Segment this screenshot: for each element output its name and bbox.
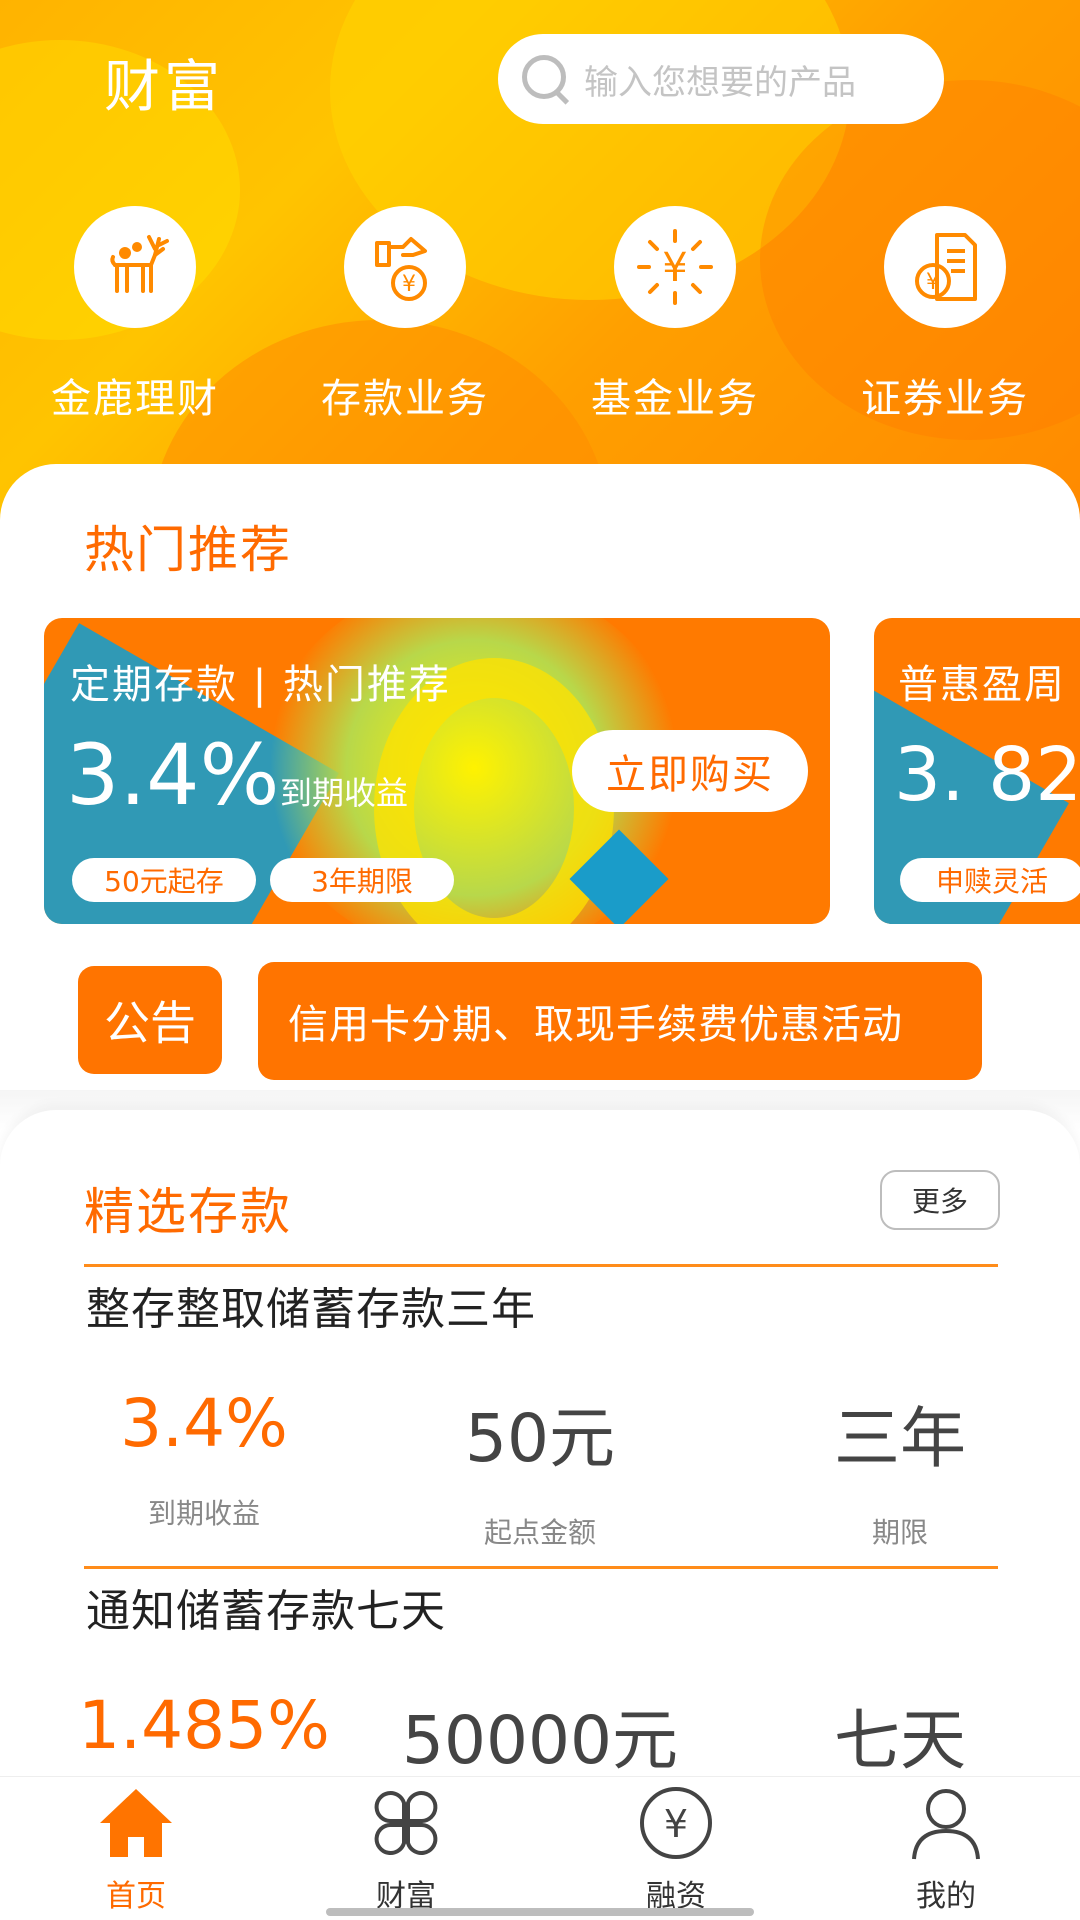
product-stat-rate: 1.485% bbox=[54, 1687, 354, 1764]
securities-document-icon: ¥ bbox=[884, 206, 1006, 328]
quick-action-golden-deer[interactable]: 金鹿理财 bbox=[20, 206, 250, 424]
product-stat-min-amount: 50000元 bbox=[390, 1687, 690, 1783]
stat-value: 50元 bbox=[465, 1400, 615, 1477]
tab-wealth[interactable]: 财富 bbox=[316, 1783, 496, 1915]
banner-rate: 3.4% bbox=[66, 726, 280, 824]
hot-recommend-title: 热门推荐 bbox=[84, 521, 292, 579]
yuan-sun-icon: ¥ bbox=[614, 206, 736, 328]
quick-actions: 金鹿理财 ¥ 存款业务 ¥ 基金业务 ¥ 证券业务 bbox=[0, 206, 1080, 426]
svg-text:¥: ¥ bbox=[664, 1802, 688, 1846]
notice-badge: 公告 bbox=[78, 966, 222, 1074]
quick-action-label: 证券业务 bbox=[861, 376, 1029, 422]
piggy-bank-icon: ¥ bbox=[344, 206, 466, 328]
deposit-product-card[interactable]: 整存整取储蓄存款三年 3.4% 到期收益 50元 起点金额 三年 期限 bbox=[84, 1264, 998, 1564]
banner-rate-label: 到期收益 bbox=[280, 774, 409, 812]
search-icon bbox=[518, 51, 574, 107]
tab-label: 首页 bbox=[106, 1879, 166, 1914]
promo-banner-fixed-deposit[interactable]: 定期存款 | 热门推荐 3.4% 到期收益 50元起存 3年期限 立即购买 bbox=[44, 618, 830, 924]
more-button[interactable]: 更多 bbox=[880, 1170, 1000, 1230]
product-stat-term: 七天 bbox=[750, 1687, 1050, 1783]
home-icon bbox=[100, 1789, 172, 1857]
banner-tag: 3年期限 bbox=[270, 858, 454, 902]
banner-heading: 定期存款 | 热门推荐 bbox=[70, 662, 451, 708]
quick-action-label: 存款业务 bbox=[321, 376, 489, 422]
selected-deposits-title: 精选存款 bbox=[84, 1183, 292, 1241]
stat-value: 三年 bbox=[834, 1400, 966, 1477]
page-title: 财富 bbox=[104, 55, 224, 120]
quick-action-securities[interactable]: ¥ 证券业务 bbox=[830, 206, 1060, 424]
golden-deer-icon bbox=[74, 206, 196, 328]
quick-action-label: 金鹿理财 bbox=[51, 376, 219, 422]
main-card: 热门推荐 定期存款 | 热门推荐 3.4% 到期收益 50元起存 3年期限 立即… bbox=[0, 464, 1080, 1104]
product-stat-term: 三年 期限 bbox=[750, 1385, 1050, 1551]
product-stat-rate: 3.4% 到期收益 bbox=[54, 1385, 354, 1532]
notice-marquee[interactable]: 信用卡分期、取现手续费优惠活动 bbox=[258, 962, 982, 1080]
stat-value: 50000元 bbox=[402, 1702, 678, 1779]
stat-value: 3.4% bbox=[120, 1385, 288, 1462]
yuan-circle-icon: ¥ bbox=[640, 1787, 712, 1859]
banner-tag: 申赎灵活 bbox=[900, 858, 1080, 902]
stat-label: 到期收益 bbox=[147, 1497, 260, 1530]
svg-text:¥: ¥ bbox=[662, 245, 687, 291]
banner-tag: 50元起存 bbox=[72, 858, 256, 902]
search-bar[interactable]: 输入您想要的产品 bbox=[498, 34, 944, 124]
clover-grid-icon bbox=[374, 1791, 438, 1855]
product-name: 通知储蓄存款七天 bbox=[86, 1586, 446, 1637]
tab-financing[interactable]: ¥ 融资 bbox=[586, 1783, 766, 1915]
quick-action-deposit[interactable]: ¥ 存款业务 bbox=[290, 206, 520, 424]
svg-text:¥: ¥ bbox=[926, 270, 940, 295]
quick-action-label: 基金业务 bbox=[591, 376, 759, 422]
tab-mine[interactable]: 我的 bbox=[856, 1783, 1036, 1915]
bottom-tab-bar: 首页 财富 ¥ 融资 我的 bbox=[0, 1776, 1080, 1920]
svg-text:¥: ¥ bbox=[402, 272, 416, 297]
product-name: 整存整取储蓄存款三年 bbox=[86, 1284, 536, 1335]
header-banner: 财富 输入您想要的产品 金鹿理财 ¥ 存款业务 ¥ 基金业务 ¥ 证券业务 bbox=[0, 0, 1080, 520]
home-indicator bbox=[326, 1908, 754, 1916]
stat-label: 期限 bbox=[871, 1516, 928, 1549]
banner-heading: 普惠盈周 bbox=[898, 662, 1066, 708]
quick-action-fund[interactable]: ¥ 基金业务 bbox=[560, 206, 790, 424]
stat-label: 起点金额 bbox=[483, 1516, 596, 1549]
stat-value: 七天 bbox=[834, 1702, 966, 1779]
buy-now-button[interactable]: 立即购买 bbox=[572, 730, 808, 812]
product-stat-min-amount: 50元 起点金额 bbox=[390, 1385, 690, 1551]
tab-label: 我的 bbox=[916, 1879, 976, 1914]
stat-value: 1.485% bbox=[78, 1687, 330, 1764]
deposit-product-card[interactable]: 通知储蓄存款七天 1.485% 50000元 七天 bbox=[78, 1566, 998, 1779]
selected-deposits-section: 精选存款 更多 整存整取储蓄存款三年 3.4% 到期收益 50元 起点金额 三年… bbox=[0, 1110, 1080, 1779]
promo-banner-puhui[interactable]: 普惠盈周 3. 82 申赎灵活 bbox=[874, 618, 1080, 924]
search-placeholder: 输入您想要的产品 bbox=[584, 62, 856, 103]
tab-home[interactable]: 首页 bbox=[46, 1783, 226, 1915]
user-icon bbox=[912, 1789, 980, 1860]
banner-rate: 3. 82 bbox=[894, 732, 1080, 818]
